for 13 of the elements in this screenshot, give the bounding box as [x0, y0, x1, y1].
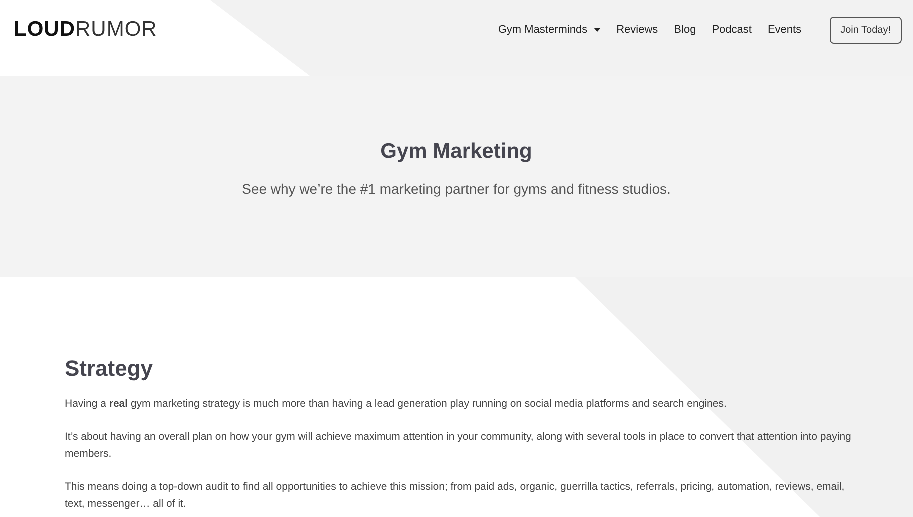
section-heading: Strategy [65, 356, 154, 382]
nav-link[interactable]: Podcast [712, 24, 752, 36]
join-today-button[interactable]: Join Today! [830, 16, 902, 44]
nav-link[interactable]: Blog [674, 24, 696, 36]
paragraph: This means doing a top-down audit to find all opportunities to achieve this mission; from paid ads, organic, guerrilla tactics, referrals, pricing, automation, reviews, email, text, messenger… all of it. [65, 480, 846, 512]
nav-link[interactable]: Events [768, 24, 802, 36]
nav-link[interactable]: Gym Masterminds [498, 24, 601, 36]
hero-subtitle: See why we’re the #1 marketing partner for gyms and fitness studios. [242, 181, 671, 197]
hero-title: Gym Marketing [380, 140, 532, 164]
paragraph: Having a real gym marketing strategy is much more than having a lead generation play running on social media platforms and search engines. [65, 397, 728, 412]
nav-link[interactable]: Reviews [616, 24, 658, 36]
paragraph: It’s about having an overall plan on how your gym will achieve maximum attention in your community, along with several tools in place to convert that attention into paying members. [65, 430, 852, 462]
logo[interactable]: LOUDRUMOR [14, 18, 158, 42]
